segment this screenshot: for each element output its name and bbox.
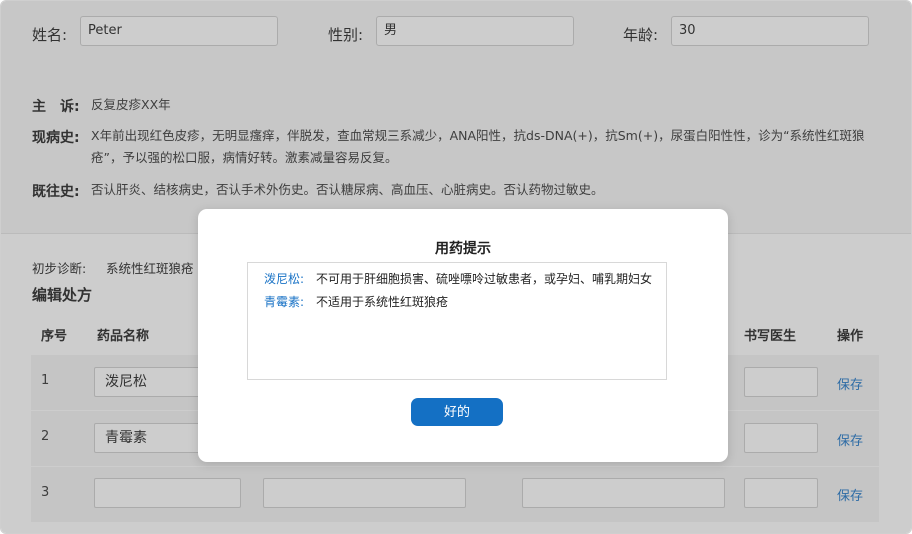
ok-button[interactable]: 好的 <box>411 398 503 426</box>
app-window: 姓名: Peter 性别: 男 年龄: 30 主 诉: 反复皮疹XX年 现病史:… <box>0 0 912 534</box>
medication-tips-box: 泼尼松: 不可用于肝细胞损害、硫唑嘌呤过敏患者，或孕妇、哺乳期妇女 青霉素: 不适用… <box>247 262 667 380</box>
tip-drug-name: 泼尼松: <box>264 272 305 286</box>
tip-message: 不适用于系统性红斑狼疮 <box>316 295 449 309</box>
dialog-title: 用药提示 <box>435 241 491 257</box>
tip-row: 泼尼松: 不可用于肝细胞损害、硫唑嘌呤过敏患者，或孕妇、哺乳期妇女 <box>264 268 666 291</box>
tip-row: 青霉素: 不适用于系统性红斑狼疮 <box>264 291 666 314</box>
tip-drug-name: 青霉素: <box>264 295 305 309</box>
medication-alert-dialog: 用药提示 泼尼松: 不可用于肝细胞损害、硫唑嘌呤过敏患者，或孕妇、哺乳期妇女 青霉… <box>198 209 728 462</box>
tip-message: 不可用于肝细胞损害、硫唑嘌呤过敏患者，或孕妇、哺乳期妇女 <box>316 272 653 286</box>
